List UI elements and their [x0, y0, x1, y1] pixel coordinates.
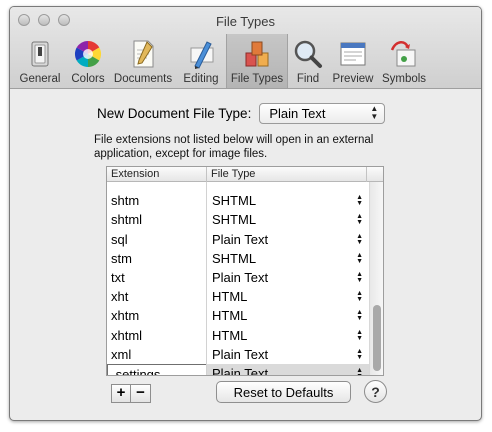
- window-title: File Types: [215, 14, 275, 29]
- file-type-value: Plain Text: [212, 269, 269, 285]
- file-type-cell[interactable]: HTML ▲ ▼: [207, 306, 370, 325]
- table-row[interactable]: xhtml HTML ▲ ▼: [107, 326, 370, 345]
- tab-find-label: Find: [296, 73, 320, 85]
- document-pen-icon: [133, 40, 154, 68]
- symbols-icon: [390, 41, 416, 67]
- extension-cell[interactable]: xml: [111, 347, 131, 362]
- table-row[interactable]: xhtm HTML ▲ ▼: [107, 306, 370, 325]
- file-type-cell[interactable]: SHTML ▲ ▼: [207, 249, 370, 268]
- file-types-pane: New Document File Type: Plain Text ▲ ▼ Fi…: [10, 90, 481, 420]
- tab-preview-label: Preview: [332, 73, 374, 85]
- tab-editing[interactable]: Editing: [176, 34, 226, 88]
- file-type-cell[interactable]: Plain Text ▲▼: [207, 364, 370, 376]
- remove-button[interactable]: −: [131, 384, 151, 403]
- table-row[interactable]: [107, 172, 370, 191]
- tab-documents-label: Documents: [113, 73, 173, 85]
- table-row[interactable]: shtm SHTML ▲ ▼: [107, 191, 370, 210]
- add-remove-buttons: + −: [111, 384, 151, 403]
- extension-cell[interactable]: xht: [111, 289, 128, 304]
- file-type-value: HTML: [212, 289, 248, 305]
- preferences-toolbar: General Colors Documents Editing File Ty…: [14, 34, 430, 88]
- file-type-value: SHTML: [212, 250, 257, 266]
- table-row-selected[interactable]: .settings Plain Text ▲▼: [107, 363, 370, 376]
- new-document-type-popup[interactable]: Plain Text ▲ ▼: [259, 103, 386, 124]
- file-type-cell[interactable]: SHTML ▲ ▼: [207, 210, 370, 229]
- info-text: File extensions not listed below will op…: [94, 134, 374, 160]
- file-type-cell[interactable]: HTML ▲ ▼: [207, 326, 370, 345]
- tab-general-label: General: [19, 73, 61, 85]
- table-row[interactable]: xml Plain Text ▲ ▼: [107, 345, 370, 364]
- tab-general[interactable]: General: [14, 34, 66, 88]
- file-type-value: HTML: [212, 308, 248, 324]
- updown-arrows-icon: ▲▼: [356, 232, 363, 246]
- pencil-ruler-icon: [190, 41, 214, 69]
- updown-arrows-icon: ▲▼: [356, 328, 363, 342]
- extension-cell[interactable]: shtm: [111, 193, 139, 208]
- file-type-value: Plain Text: [212, 231, 269, 247]
- table-row[interactable]: xht HTML ▲ ▼: [107, 287, 370, 306]
- tab-editing-label: Editing: [183, 73, 219, 85]
- extension-cell[interactable]: txt: [111, 270, 125, 285]
- updown-arrows-icon: ▲▼: [356, 290, 363, 304]
- tab-file-types[interactable]: File Types: [226, 34, 288, 88]
- file-type-cell[interactable]: Plain Text ▲▼: [207, 268, 370, 287]
- extension-cell[interactable]: stm: [111, 251, 132, 266]
- tab-documents[interactable]: Documents: [110, 34, 176, 88]
- file-types-table: Extension File Type shtm SHTML ▲ ▼ shtml S…: [106, 166, 384, 376]
- file-type-value: Plain Text: [212, 346, 269, 362]
- preferences-window: File Types General Colors Documents Edit…: [9, 6, 482, 421]
- table-scrollbar[interactable]: [369, 182, 383, 375]
- extension-cell[interactable]: sql: [111, 232, 128, 247]
- updown-arrows-icon: ▲▼: [356, 347, 363, 361]
- new-document-type-row: New Document File Type: Plain Text ▲ ▼: [97, 103, 386, 124]
- file-type-cell[interactable]: SHTML ▲ ▼: [207, 191, 370, 210]
- updown-arrows-icon: ▲▼: [356, 194, 363, 208]
- file-types-icon: [245, 41, 269, 67]
- tab-file-types-label: File Types: [230, 73, 284, 85]
- table-row[interactable]: stm SHTML ▲ ▼: [107, 249, 370, 268]
- file-type-cell[interactable]: HTML ▲ ▼: [207, 287, 370, 306]
- updown-arrows-icon: ▲▼: [370, 104, 379, 121]
- table-rows: shtm SHTML ▲ ▼ shtml SHTML ▲ ▼ sql Plain Tex…: [107, 172, 370, 376]
- file-type-value: SHTML: [212, 212, 257, 228]
- scroll-thumb[interactable]: [373, 305, 381, 371]
- switch-icon: [31, 41, 49, 67]
- new-document-type-value: Plain Text: [269, 106, 326, 121]
- file-type-cell[interactable]: [207, 172, 370, 191]
- extension-cell[interactable]: xhtml: [111, 328, 142, 343]
- file-type-value: HTML: [212, 327, 248, 343]
- extension-edit-field[interactable]: .settings: [107, 363, 207, 375]
- tab-find[interactable]: Find: [288, 34, 328, 88]
- table-row[interactable]: shtml SHTML ▲ ▼: [107, 210, 370, 229]
- file-type-cell[interactable]: Plain Text ▲▼: [207, 230, 370, 249]
- tab-symbols[interactable]: Symbols: [378, 34, 430, 88]
- updown-arrows-icon: ▲▼: [356, 309, 363, 323]
- browser-window-icon: [340, 42, 366, 66]
- add-button[interactable]: +: [111, 384, 131, 403]
- table-row[interactable]: sql Plain Text ▲ ▼: [107, 230, 370, 249]
- titlebar: File Types General Colors Documents Edit…: [10, 7, 481, 89]
- updown-arrows-icon: ▲▼: [356, 213, 363, 227]
- tab-colors-label: Colors: [71, 73, 105, 85]
- updown-arrows-icon: ▲▼: [356, 270, 363, 284]
- file-type-cell[interactable]: Plain Text ▲▼: [207, 345, 370, 364]
- help-button[interactable]: ?: [364, 380, 387, 403]
- updown-arrows-icon: ▲▼: [356, 251, 363, 265]
- tab-colors[interactable]: Colors: [66, 34, 110, 88]
- new-document-type-label: New Document File Type:: [97, 106, 252, 121]
- extension-cell[interactable]: xhtm: [111, 308, 139, 323]
- file-type-value: Plain Text: [212, 365, 269, 376]
- tab-preview[interactable]: Preview: [328, 34, 378, 88]
- updown-arrows-icon: ▲▼: [356, 366, 363, 375]
- reset-to-defaults-button[interactable]: Reset to Defaults: [216, 381, 351, 403]
- column-divider: [206, 182, 207, 375]
- color-wheel-icon: [74, 40, 102, 68]
- tab-symbols-label: Symbols: [381, 73, 427, 85]
- extension-cell[interactable]: shtml: [111, 212, 142, 227]
- table-row[interactable]: txt Plain Text ▲ ▼: [107, 268, 370, 287]
- file-type-value: SHTML: [212, 193, 257, 209]
- magnifier-icon: [294, 40, 322, 68]
